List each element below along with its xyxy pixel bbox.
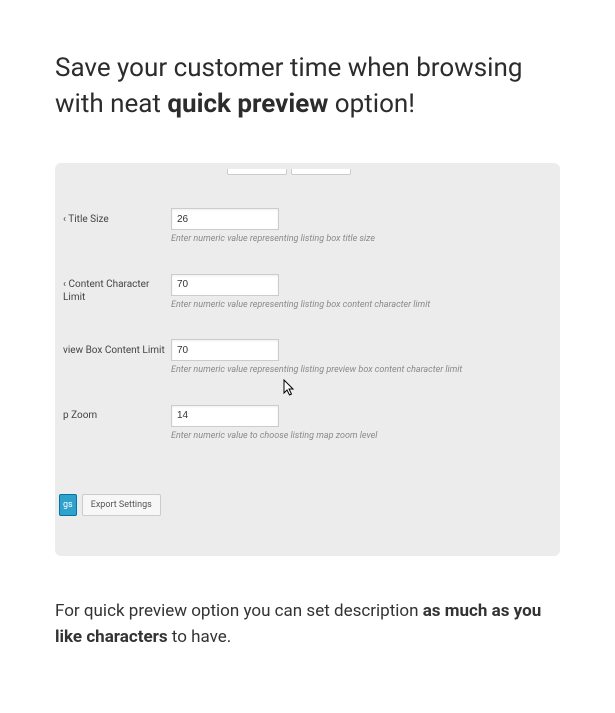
footer-part1: For quick preview option you can set des…: [55, 601, 423, 621]
headline-bold: quick preview: [167, 89, 328, 119]
export-settings-button[interactable]: Export Settings: [82, 494, 161, 516]
label-view-box-content: view Box Content Limit: [59, 338, 171, 357]
page-headline: Save your customer time when browsing wi…: [55, 50, 560, 123]
input-content-char-limit[interactable]: [171, 274, 279, 296]
input-view-box-content[interactable]: [171, 339, 279, 361]
top-tab-fragments: [227, 169, 351, 175]
settings-panel: ‹ Title Size Enter numeric value represe…: [55, 163, 560, 556]
footer-description: For quick preview option you can set des…: [55, 598, 560, 651]
label-p-zoom: p Zoom: [59, 403, 171, 422]
hint-content-char-limit: Enter numeric value representing listing…: [171, 300, 550, 310]
label-content-char-limit: ‹ Content Character Limit: [59, 272, 171, 304]
field-view-box-content: view Box Content Limit Enter numeric val…: [59, 338, 550, 376]
footer-part2: to have.: [168, 627, 232, 647]
field-p-zoom: p Zoom Enter numeric value to choose lis…: [59, 403, 550, 441]
export-settings-label: Export Settings: [91, 500, 152, 510]
hint-p-zoom: Enter numeric value to choose listing ma…: [171, 431, 550, 441]
label-title-size: ‹ Title Size: [59, 207, 171, 226]
gs-button-label: gs: [63, 500, 73, 510]
input-p-zoom[interactable]: [171, 405, 279, 427]
field-title-size: ‹ Title Size Enter numeric value represe…: [59, 207, 550, 245]
field-content-char-limit: ‹ Content Character Limit Enter numeric …: [59, 272, 550, 310]
tab-fragment: [227, 169, 287, 175]
gs-button[interactable]: gs: [59, 494, 77, 516]
hint-title-size: Enter numeric value representing listing…: [171, 234, 550, 244]
headline-part2: option!: [328, 89, 415, 119]
input-title-size[interactable]: [171, 208, 279, 230]
hint-view-box-content: Enter numeric value representing listing…: [171, 365, 550, 375]
tab-fragment: [291, 169, 351, 175]
